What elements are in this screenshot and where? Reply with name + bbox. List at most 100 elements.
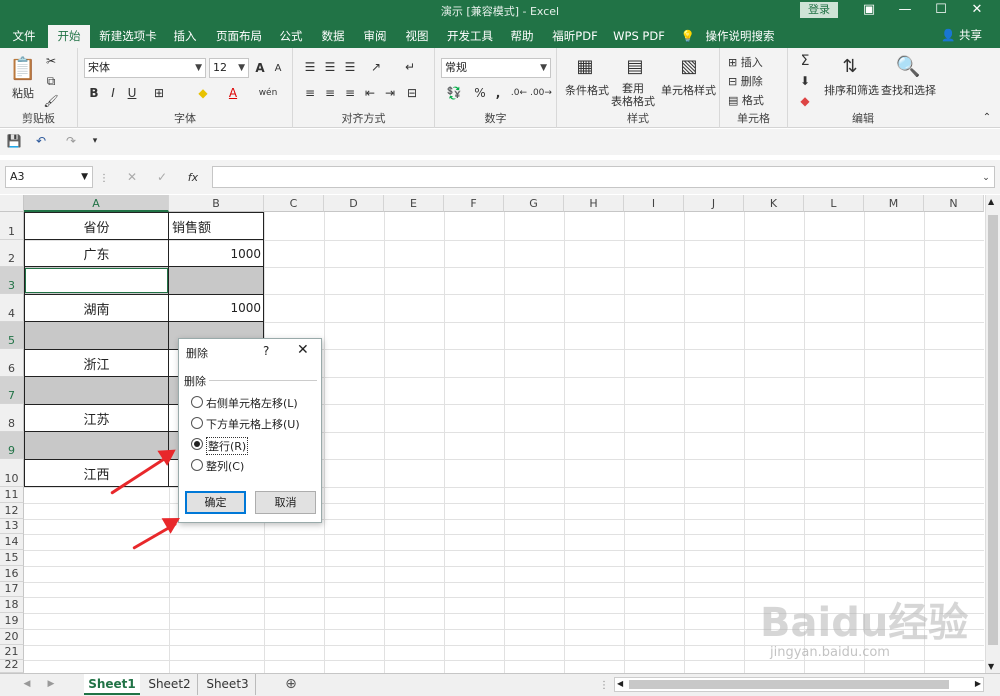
scroll-right-icon[interactable]: ▶ [975, 679, 981, 688]
italic-button[interactable]: I [105, 84, 121, 102]
scroll-up-icon[interactable]: ▲ [988, 197, 994, 206]
cell-a2[interactable]: 广东 [24, 240, 169, 267]
share-button[interactable]: 👤 共享 [941, 27, 982, 43]
tab-home[interactable]: 开始 [48, 25, 90, 48]
col-header-a[interactable]: A [24, 195, 169, 212]
option-entire-column[interactable]: 整列(C) [206, 458, 244, 474]
tab-wps-pdf[interactable]: WPS PDF [609, 25, 669, 48]
row-header-12[interactable]: 12 [0, 503, 24, 519]
number-format-select[interactable]: 常规 ▼ [441, 58, 551, 78]
tab-insert[interactable]: 插入 [166, 25, 204, 48]
scroll-left-icon[interactable]: ◀ [617, 679, 623, 688]
option-shift-up[interactable]: 下方单元格上移(U) [206, 416, 300, 432]
wrap-text-icon[interactable]: ↵ [401, 58, 419, 76]
paste-icon[interactable]: 📋 [8, 54, 38, 84]
formula-input[interactable] [212, 166, 995, 188]
minimize-icon[interactable]: — [886, 0, 924, 22]
col-header-c[interactable]: C [264, 195, 324, 212]
col-header-e[interactable]: E [384, 195, 444, 212]
sort-filter-icon[interactable]: ⇅ [836, 52, 864, 80]
col-header-b[interactable]: B [169, 195, 264, 212]
cancel-button[interactable]: 取消 [255, 491, 316, 514]
format-as-table-icon[interactable]: ▤ [621, 52, 649, 80]
row-header-13[interactable]: 13 [0, 519, 24, 534]
clear-icon[interactable]: ◆ [796, 92, 814, 110]
cell-b4[interactable]: 1000 [169, 294, 261, 322]
font-color-icon[interactable]: A [224, 84, 242, 102]
row-header-2[interactable]: 2 [0, 240, 24, 267]
undo-icon[interactable]: ↶ [30, 133, 52, 149]
row-header-5[interactable]: 5 [0, 322, 24, 349]
increase-indent-icon[interactable]: ⇥ [381, 84, 399, 102]
paste-label[interactable]: 粘贴 [12, 85, 34, 101]
row-header-4[interactable]: 4 [0, 294, 24, 322]
col-header-n[interactable]: N [924, 195, 984, 212]
accounting-format-icon[interactable]: 💱 [443, 84, 465, 102]
fill-icon[interactable]: ⬇ [796, 72, 814, 90]
col-header-j[interactable]: J [684, 195, 744, 212]
row-header-19[interactable]: 19 [0, 613, 24, 629]
row-header-10[interactable]: 10 [0, 459, 24, 487]
scroll-down-icon[interactable]: ▼ [988, 662, 994, 671]
align-top-icon[interactable]: ☰ [301, 58, 319, 76]
col-header-f[interactable]: F [444, 195, 504, 212]
tell-me-search[interactable]: 操作说明搜索 [700, 25, 780, 48]
radio-entire-column[interactable] [191, 459, 203, 471]
radio-entire-row[interactable] [191, 438, 203, 450]
ribbon-display-icon[interactable]: ▣ [850, 0, 888, 22]
cut-icon[interactable]: ✂ [42, 52, 60, 70]
align-right-icon[interactable]: ≡ [341, 84, 359, 102]
row-header-22[interactable]: 22 [0, 658, 24, 673]
tab-formulas[interactable]: 公式 [273, 25, 309, 48]
underline-button[interactable]: U [124, 84, 140, 102]
align-middle-icon[interactable]: ☰ [321, 58, 339, 76]
tab-review[interactable]: 审阅 [356, 25, 394, 48]
option-entire-row[interactable]: 整行(R) [206, 437, 249, 455]
row-header-15[interactable]: 15 [0, 550, 24, 566]
font-name-select[interactable]: 宋体 ▼ [84, 58, 206, 78]
row-header-16[interactable]: 16 [0, 566, 24, 582]
shrink-font-icon[interactable]: A [270, 58, 286, 78]
delete-cells-button[interactable]: ⊟ 删除 [728, 73, 763, 89]
cell-styles-label[interactable]: 单元格样式 [661, 82, 716, 98]
col-header-m[interactable]: M [864, 195, 924, 212]
row-header-1[interactable]: 1 [0, 212, 24, 240]
collapse-ribbon-icon[interactable]: ⌃ [980, 110, 994, 124]
row-header-18[interactable]: 18 [0, 597, 24, 613]
decrease-decimal-icon[interactable]: .00→ [530, 84, 552, 102]
tab-developer[interactable]: 开发工具 [441, 25, 499, 48]
border-icon[interactable]: ⊞ [150, 84, 168, 102]
col-header-d[interactable]: D [324, 195, 384, 212]
close-window-icon[interactable]: ✕ [958, 0, 996, 22]
scroll-tabs-right-icon[interactable]: ▶ [44, 677, 58, 691]
ok-button[interactable]: 确定 [185, 491, 246, 514]
conditional-format-label[interactable]: 条件格式 [565, 82, 609, 98]
align-center-icon[interactable]: ≡ [321, 84, 339, 102]
row-header-17[interactable]: 17 [0, 582, 24, 597]
cell-a8[interactable]: 江苏 [24, 404, 169, 432]
row-header-9[interactable]: 9 [0, 432, 24, 459]
login-button[interactable]: 登录 [800, 2, 838, 18]
h-scroll-thumb[interactable] [629, 680, 949, 689]
option-shift-left[interactable]: 右侧单元格左移(L) [206, 395, 298, 411]
cell-b2[interactable]: 1000 [169, 240, 261, 267]
cell-a1[interactable]: 省份 [24, 212, 169, 240]
sheet-tab-3[interactable]: Sheet3 [200, 674, 256, 695]
decrease-indent-icon[interactable]: ⇤ [361, 84, 379, 102]
row-header-8[interactable]: 8 [0, 404, 24, 432]
row-header-11[interactable]: 11 [0, 487, 24, 503]
find-select-label[interactable]: 查找和选择 [881, 82, 936, 98]
col-header-k[interactable]: K [744, 195, 804, 212]
conditional-format-icon[interactable]: ▦ [571, 52, 599, 80]
comma-button[interactable]: , [491, 84, 505, 102]
tab-data[interactable]: 数据 [314, 25, 352, 48]
fill-color-icon[interactable]: ◆ [194, 84, 212, 102]
tab-new[interactable]: 新建选项卡 [96, 25, 160, 48]
row-header-7[interactable]: 7 [0, 377, 24, 404]
vertical-scrollbar[interactable]: ▲ ▼ [985, 195, 1000, 673]
maximize-icon[interactable]: ☐ [922, 0, 960, 22]
cell-styles-icon[interactable]: ▧ [675, 52, 703, 80]
tab-foxit-pdf[interactable]: 福昕PDF [546, 25, 604, 48]
radio-shift-left[interactable] [191, 396, 203, 408]
sort-filter-label[interactable]: 排序和筛选 [824, 82, 879, 98]
